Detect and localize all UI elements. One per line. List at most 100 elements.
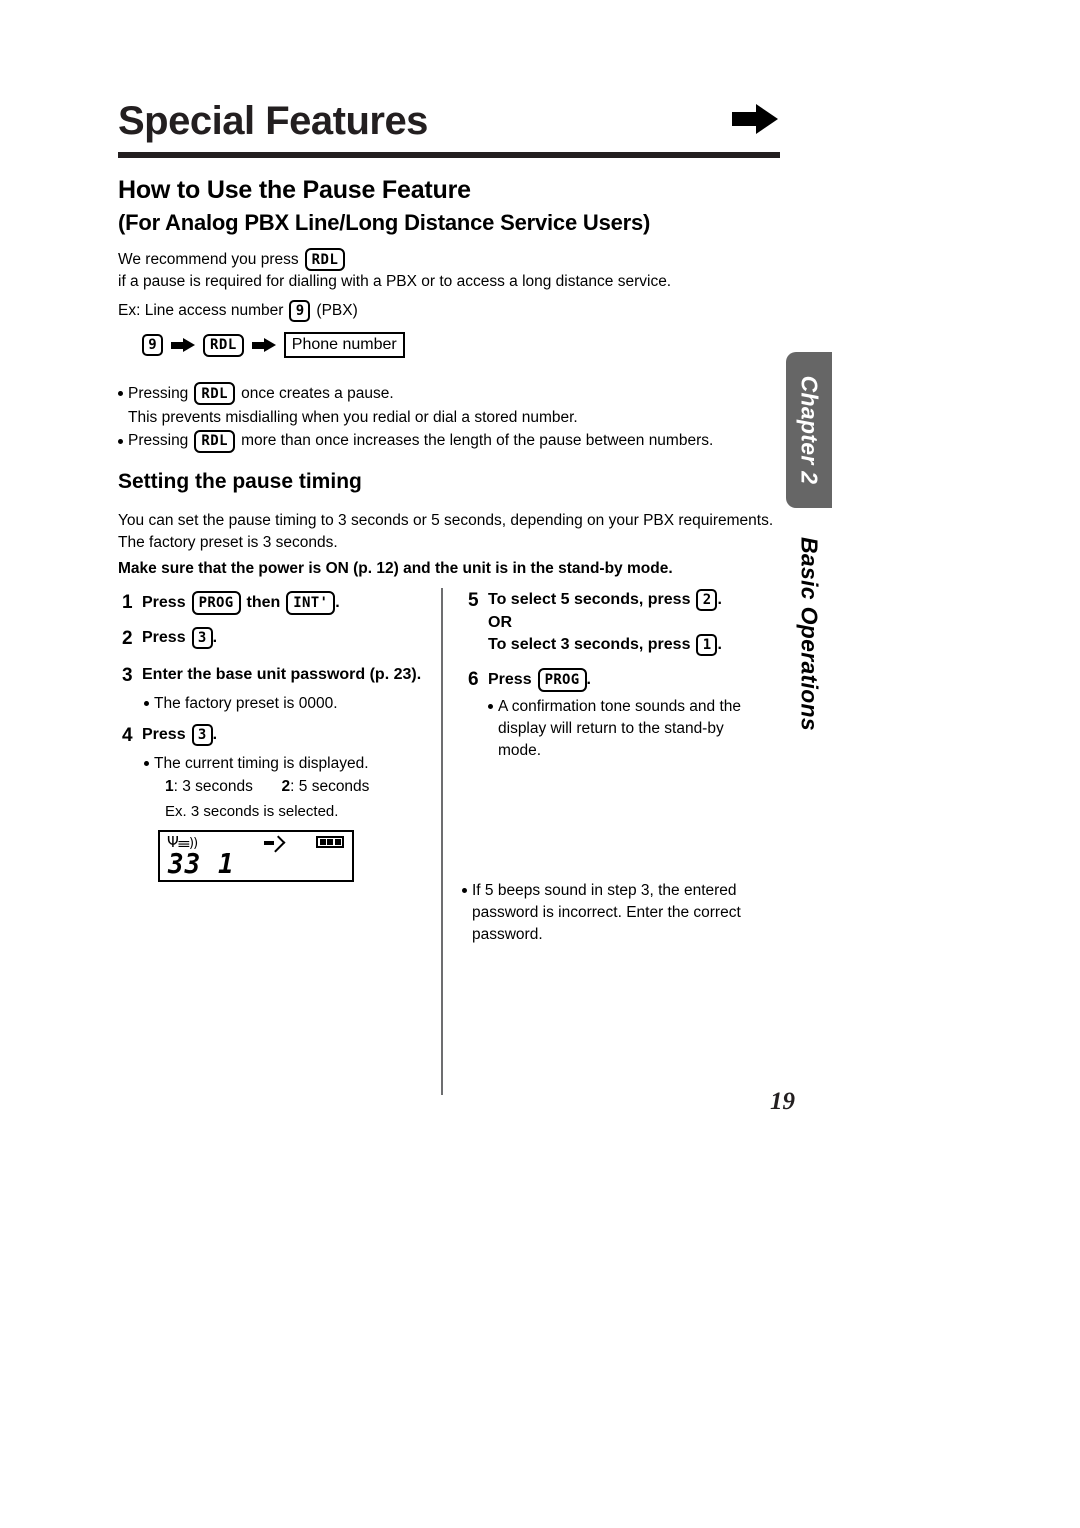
timing-2-label: 2	[281, 777, 291, 795]
flow-arrow-icon-2	[251, 338, 276, 352]
timing-2-value: : 5 seconds	[290, 777, 370, 795]
battery-full-icon	[316, 836, 344, 848]
step-3-note: The factory preset is 0000.	[144, 693, 422, 715]
step-4-text-c: .	[212, 726, 218, 744]
intro-text-before: We recommend you press	[118, 250, 299, 268]
lcd-arrow-icon	[264, 835, 286, 853]
step-4-number: 4	[122, 724, 133, 746]
password-warning-note: If 5 beeps sound in step 3, the entered …	[462, 880, 762, 946]
key-1-step-5: 1	[696, 634, 718, 657]
steps-left-column: 1 Press PROG then INT'. 2 Press 3. 3 Enter t…	[122, 590, 422, 822]
step-5: 5 To select 5 seconds, press 2. OR To sel…	[468, 588, 768, 657]
page-title: Special Features	[118, 99, 428, 143]
step-4-text-a: Press	[142, 726, 186, 744]
flow-phone-number-box: Phone number	[283, 332, 405, 358]
bullet-icon	[144, 700, 149, 706]
list-item: Pressing RDL more than once increases the …	[118, 429, 778, 453]
key-rdl: RDL	[304, 248, 346, 271]
note-2-after: more than once increases the length of t…	[241, 432, 714, 450]
example-label: Ex: Line access number	[118, 302, 284, 320]
key-3-step-4: 3	[191, 723, 213, 746]
step-5-or: OR	[488, 613, 512, 631]
timing-1-label: 1	[165, 777, 174, 795]
step-2-text-a: Press	[142, 628, 186, 646]
step-4: 4 Press 3.	[122, 723, 422, 749]
key-rdl-note-1: RDL	[194, 382, 236, 405]
key-2-step-5: 2	[696, 589, 718, 611]
step-1-text-c: .	[335, 594, 340, 612]
timing-example: Ex. 3 seconds is selected.	[165, 802, 339, 820]
step-3-number: 3	[122, 665, 133, 687]
step-5-line2-b: .	[717, 636, 722, 654]
list-item: Pressing RDL once creates a pause. This pr…	[118, 382, 778, 430]
page-header: Special Features	[118, 100, 780, 142]
step-1-text-b: then	[246, 594, 281, 612]
example-suffix: (PBX)	[316, 302, 358, 320]
page-number: 19	[770, 1088, 795, 1115]
right-arrow-icon	[732, 104, 778, 134]
key-rdl-note-2: RDL	[194, 429, 236, 453]
intro-paragraph: We recommend you press RDL if a pause is r…	[118, 248, 778, 293]
step-5-line2-a: To select 3 seconds, press	[488, 636, 691, 654]
lcd-digits: 33 1	[168, 848, 235, 881]
step-5-line1-b: .	[717, 591, 722, 609]
step-2-number: 2	[122, 627, 133, 649]
note-1-after: once creates a pause.	[241, 384, 394, 402]
key-prog-step-1: PROG	[191, 591, 241, 615]
example-line: Ex: Line access number 9 (PBX)	[118, 300, 518, 322]
bullet-icon	[118, 391, 123, 396]
bullet-icon	[462, 888, 467, 894]
setting-warning: Make sure that the power is ON (p. 12) a…	[118, 560, 673, 577]
bullet-icon	[144, 760, 149, 766]
flow-key-rdl: RDL	[203, 333, 244, 357]
step-4-note: The current timing is displayed. 1: 3 se…	[144, 753, 422, 822]
step-6-number: 6	[468, 668, 479, 690]
steps-right-column: 5 To select 5 seconds, press 2. OR To sel…	[462, 588, 768, 954]
step-4-note-text: The current timing is displayed.	[154, 754, 369, 772]
manual-page: Special Features How to Use the Pause Fe…	[0, 0, 1080, 1528]
step-1: 1 Press PROG then INT'.	[122, 590, 422, 616]
header-divider	[118, 152, 780, 158]
step-6-text-c: .	[586, 670, 591, 688]
note-1-continuation: This prevents misdialling when you redia…	[128, 409, 578, 427]
column-divider	[441, 588, 443, 1095]
step-3-text: Enter the base unit password (p. 23).	[142, 666, 422, 684]
password-warning-text: If 5 beeps sound in step 3, the entered …	[472, 882, 741, 944]
step-1-number: 1	[122, 592, 133, 613]
step-6-note-text: A confirmation tone sounds and the displ…	[498, 698, 741, 760]
key-int-step-1: INT'	[286, 591, 336, 615]
setting-description: You can set the pause timing to 3 second…	[118, 512, 774, 551]
step-3-note-text: The factory preset is 0000.	[154, 694, 338, 712]
key-3-step-2: 3	[191, 626, 213, 649]
step-6: 6 Press PROG.	[468, 667, 768, 693]
step-2: 2 Press 3.	[122, 626, 422, 652]
step-5-number: 5	[468, 590, 479, 611]
chapter-section-label: Basic Operations	[796, 537, 823, 731]
pause-notes-list: Pressing RDL once creates a pause. This pr…	[118, 382, 778, 455]
section-heading: How to Use the Pause Feature	[118, 176, 471, 204]
flow-arrow-icon-1	[171, 338, 195, 352]
note-2-before: Pressing	[128, 432, 189, 450]
step-5-line1-a: To select 5 seconds, press	[488, 591, 691, 609]
dialling-flow-diagram: 9 RDL Phone number	[142, 332, 405, 358]
pause-timing-paragraph: You can set the pause timing to 3 second…	[118, 510, 780, 578]
key-9: 9	[289, 300, 311, 322]
antenna-signal-icon: Ψ𝍢))	[167, 833, 198, 851]
chapter-tab: Chapter 2	[786, 352, 832, 508]
step-6-note: A confirmation tone sounds and the displ…	[488, 696, 768, 762]
flow-key-9: 9	[142, 334, 163, 356]
lcd-display: Ψ𝍢)) 33 1	[158, 830, 354, 882]
bullet-icon	[488, 704, 493, 710]
note-1-before: Pressing	[128, 384, 189, 402]
section-subheading: (For Analog PBX Line/Long Distance Servi…	[118, 210, 651, 235]
chapter-tab-label: Chapter 2	[796, 375, 823, 485]
timing-options: 1: 3 seconds 2: 5 seconds	[165, 776, 369, 798]
key-prog-step-6: PROG	[537, 667, 587, 692]
step-3: 3 Enter the base unit password (p. 23).	[122, 663, 422, 689]
bullet-icon	[118, 438, 123, 444]
step-2-text-c: .	[212, 628, 218, 646]
timing-1-value: : 3 seconds	[173, 777, 253, 795]
pause-timing-heading: Setting the pause timing	[118, 470, 362, 493]
step-6-text-a: Press	[488, 670, 532, 688]
intro-text-after: if a pause is required for dialling with…	[118, 273, 672, 290]
